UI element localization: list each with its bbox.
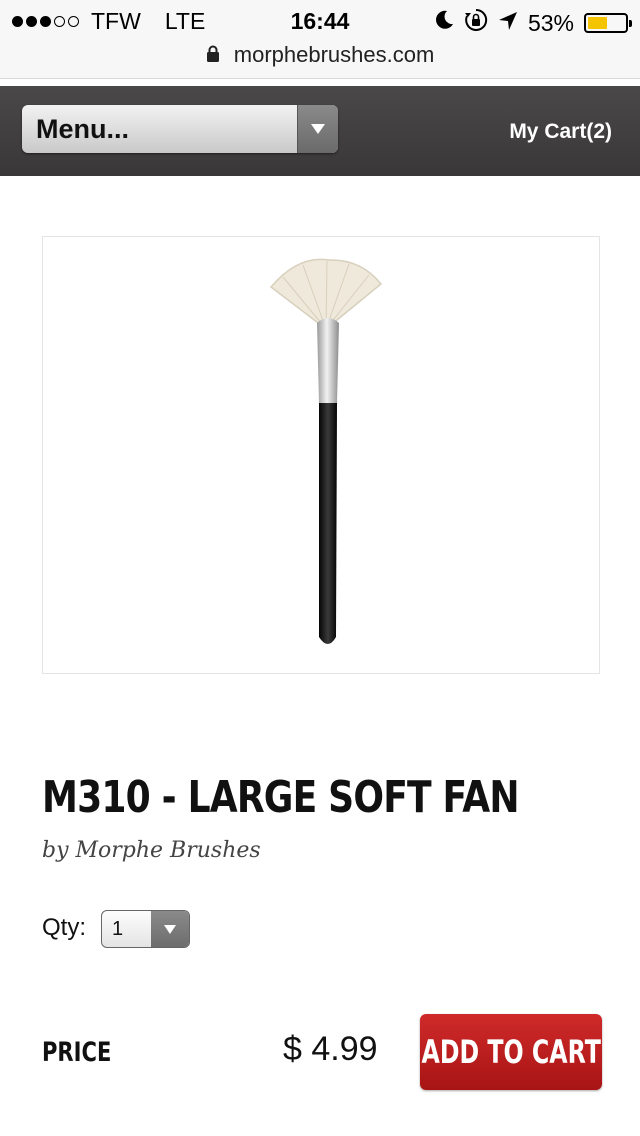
chevron-down-icon[interactable] (297, 105, 338, 153)
moon-icon (434, 9, 454, 37)
price-label: PRICE (42, 1037, 112, 1068)
price-value: $ 4.99 (283, 1030, 378, 1068)
status-bar-right: 53% (434, 8, 632, 38)
product-image[interactable] (42, 236, 600, 674)
menu-dropdown[interactable]: Menu... (22, 105, 338, 153)
qty-label: Qty: (42, 914, 87, 941)
site-header: Menu... My Cart(2) (0, 86, 640, 176)
add-to-cart-button[interactable]: ADD TO CART (420, 1014, 602, 1090)
my-cart-link[interactable]: My Cart(2) (509, 120, 612, 144)
lock-icon (206, 41, 220, 71)
product-brand: by Morphe Brushes (42, 838, 261, 863)
location-arrow-icon (498, 10, 518, 37)
menu-label: Menu... (36, 113, 129, 144)
fan-brush-image (269, 258, 383, 644)
chevron-down-icon[interactable] (151, 911, 189, 947)
url-text: morphebrushes.com (233, 42, 435, 67)
add-to-cart-label: ADD TO CART (421, 1033, 601, 1071)
status-bar: TFW LTE 16:44 53% (0, 0, 640, 40)
product-title: M310 - LARGE SOFT FAN (42, 772, 520, 823)
battery-icon (584, 13, 632, 33)
battery-percentage: 53% (527, 9, 574, 36)
quantity-value: 1 (112, 917, 124, 940)
rotation-lock-icon (464, 8, 488, 38)
url-bar[interactable]: morphebrushes.com (0, 40, 640, 79)
quantity-select[interactable]: 1 (101, 910, 190, 948)
